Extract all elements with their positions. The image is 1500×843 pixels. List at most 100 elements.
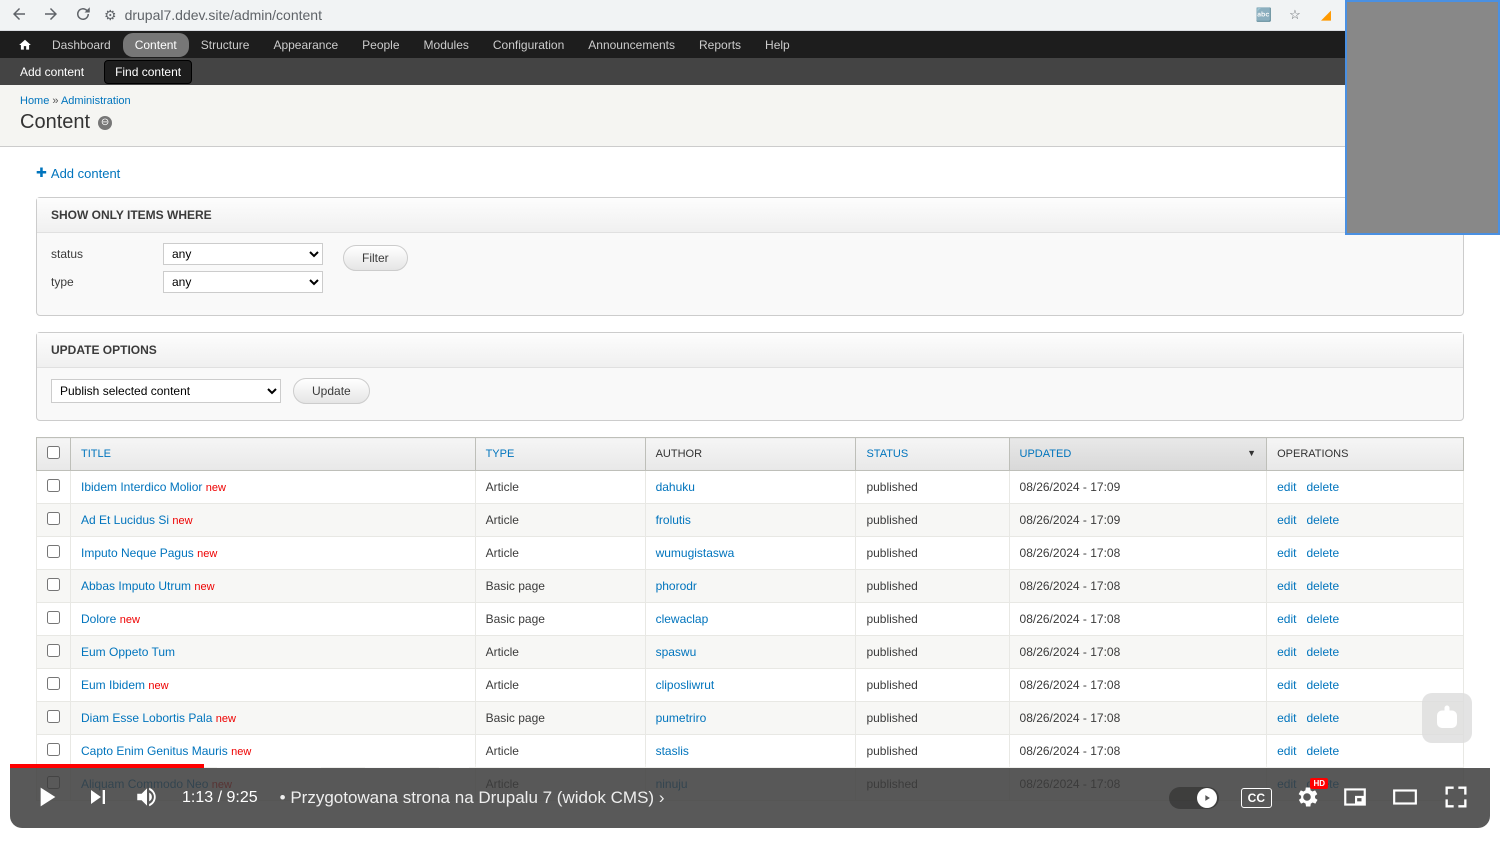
- toolbar-reports[interactable]: Reports: [687, 33, 753, 57]
- delete-link[interactable]: delete: [1306, 678, 1339, 692]
- delete-link[interactable]: delete: [1306, 645, 1339, 659]
- delete-link[interactable]: delete: [1306, 579, 1339, 593]
- row-title-link[interactable]: Dolore: [81, 612, 116, 626]
- toolbar-configuration[interactable]: Configuration: [481, 33, 576, 57]
- content-table: TITLE TYPE AUTHOR STATUS UPDATED▼ OPERAT…: [36, 437, 1464, 801]
- toolbar-content[interactable]: Content: [123, 33, 189, 57]
- next-icon[interactable]: [84, 783, 112, 814]
- row-author-link[interactable]: wumugistaswa: [656, 546, 735, 560]
- row-author-link[interactable]: dahuku: [656, 480, 695, 494]
- edit-link[interactable]: edit: [1277, 711, 1296, 725]
- filter-status-select[interactable]: any: [163, 243, 323, 265]
- miniplayer-icon[interactable]: [1342, 784, 1368, 813]
- edit-link[interactable]: edit: [1277, 546, 1296, 560]
- delete-link[interactable]: delete: [1306, 744, 1339, 758]
- delete-link[interactable]: delete: [1306, 480, 1339, 494]
- row-author-link[interactable]: frolutis: [656, 513, 691, 527]
- row-status: published: [856, 735, 1009, 768]
- toolbar-announcements[interactable]: Announcements: [576, 33, 687, 57]
- row-title-link[interactable]: Eum Ibidem: [81, 678, 145, 692]
- toolbar-modules[interactable]: Modules: [412, 33, 481, 57]
- update-fieldset: UPDATE OPTIONS Publish selected content …: [36, 332, 1464, 421]
- toolbar-people[interactable]: People: [350, 33, 411, 57]
- help-icon[interactable]: ⊖: [98, 116, 112, 130]
- settings-button[interactable]: HD: [1294, 784, 1320, 813]
- play-icon[interactable]: [30, 781, 62, 816]
- breadcrumb-admin[interactable]: Administration: [61, 95, 131, 107]
- fullscreen-icon[interactable]: [1442, 783, 1470, 814]
- breadcrumb-home[interactable]: Home: [20, 95, 49, 107]
- row-checkbox[interactable]: [47, 512, 60, 525]
- col-author[interactable]: AUTHOR: [645, 438, 856, 471]
- row-updated: 08/26/2024 - 17:08: [1009, 669, 1267, 702]
- delete-link[interactable]: delete: [1306, 513, 1339, 527]
- toolbar-appearance[interactable]: Appearance: [261, 33, 350, 57]
- theater-icon[interactable]: [1390, 784, 1420, 813]
- row-checkbox[interactable]: [47, 743, 60, 756]
- row-author-link[interactable]: pumetriro: [656, 711, 707, 725]
- row-author-link[interactable]: clewaclap: [656, 612, 709, 626]
- edit-link[interactable]: edit: [1277, 678, 1296, 692]
- bookmark-star-icon[interactable]: ☆: [1286, 6, 1304, 24]
- player-time: 1:13 / 9:25: [182, 789, 258, 807]
- row-title-link[interactable]: Imputo Neque Pagus: [81, 546, 194, 560]
- update-button[interactable]: Update: [293, 378, 370, 404]
- toolbar-dashboard[interactable]: Dashboard: [40, 33, 123, 57]
- plus-icon: ✚: [36, 165, 47, 181]
- forward-icon[interactable]: [42, 5, 60, 26]
- table-row: Abbas Imputo Utrum new Basic page phorod…: [37, 570, 1464, 603]
- back-icon[interactable]: [10, 5, 28, 26]
- player-chapter-title[interactable]: • Przygotowana strona na Drupalu 7 (wido…: [280, 788, 665, 808]
- delete-link[interactable]: delete: [1306, 612, 1339, 626]
- row-checkbox[interactable]: [47, 644, 60, 657]
- subtoolbar-add-content[interactable]: Add content: [10, 61, 94, 83]
- row-author-link[interactable]: phorodr: [656, 579, 697, 593]
- row-checkbox[interactable]: [47, 710, 60, 723]
- captions-button[interactable]: CC: [1241, 788, 1272, 808]
- row-checkbox[interactable]: [47, 545, 60, 558]
- row-title-link[interactable]: Ibidem Interdico Molior: [81, 480, 202, 494]
- row-author-link[interactable]: spaswu: [656, 645, 697, 659]
- autoplay-toggle[interactable]: [1169, 787, 1219, 809]
- add-content-link[interactable]: ✚ Add content: [36, 165, 120, 181]
- toolbar-help[interactable]: Help: [753, 33, 802, 57]
- row-checkbox[interactable]: [47, 677, 60, 690]
- url-display[interactable]: ⚙ drupal7.ddev.site/admin/content: [104, 7, 1243, 24]
- site-settings-icon[interactable]: ⚙: [104, 7, 117, 24]
- row-checkbox[interactable]: [47, 611, 60, 624]
- edit-link[interactable]: edit: [1277, 645, 1296, 659]
- edit-link[interactable]: edit: [1277, 579, 1296, 593]
- home-icon[interactable]: [10, 38, 40, 52]
- video-player-controls: 1:13 / 9:25 • Przygotowana strona na Dru…: [10, 768, 1490, 828]
- edit-link[interactable]: edit: [1277, 612, 1296, 626]
- edit-link[interactable]: edit: [1277, 513, 1296, 527]
- row-title-link[interactable]: Ad Et Lucidus Si: [81, 513, 169, 527]
- ext1-icon[interactable]: ◢: [1317, 6, 1335, 24]
- delete-link[interactable]: delete: [1306, 711, 1339, 725]
- row-type: Article: [475, 537, 645, 570]
- filter-type-select[interactable]: any: [163, 271, 323, 293]
- subtoolbar-find-content[interactable]: Find content: [104, 60, 192, 84]
- volume-icon[interactable]: [134, 784, 160, 813]
- row-author-link[interactable]: cliposliwrut: [656, 678, 715, 692]
- edit-link[interactable]: edit: [1277, 744, 1296, 758]
- translate-icon[interactable]: 🔤: [1255, 6, 1273, 24]
- row-author-link[interactable]: staslis: [656, 744, 689, 758]
- table-row: Capto Enim Genitus Mauris new Article st…: [37, 735, 1464, 768]
- row-checkbox[interactable]: [47, 578, 60, 591]
- row-checkbox[interactable]: [47, 479, 60, 492]
- select-all-checkbox[interactable]: [47, 446, 60, 459]
- edit-link[interactable]: edit: [1277, 480, 1296, 494]
- filter-fieldset: SHOW ONLY ITEMS WHERE status any type an…: [36, 197, 1464, 316]
- delete-link[interactable]: delete: [1306, 546, 1339, 560]
- filter-button[interactable]: Filter: [343, 245, 408, 271]
- row-title-link[interactable]: Diam Esse Lobortis Pala: [81, 711, 212, 725]
- update-action-select[interactable]: Publish selected content: [51, 379, 281, 403]
- toolbar-structure[interactable]: Structure: [189, 33, 262, 57]
- row-status: published: [856, 504, 1009, 537]
- reload-icon[interactable]: [74, 5, 92, 26]
- row-title-link[interactable]: Abbas Imputo Utrum: [81, 579, 191, 593]
- row-title-link[interactable]: Capto Enim Genitus Mauris: [81, 744, 228, 758]
- new-marker: new: [194, 581, 214, 593]
- row-title-link[interactable]: Eum Oppeto Tum: [81, 645, 175, 659]
